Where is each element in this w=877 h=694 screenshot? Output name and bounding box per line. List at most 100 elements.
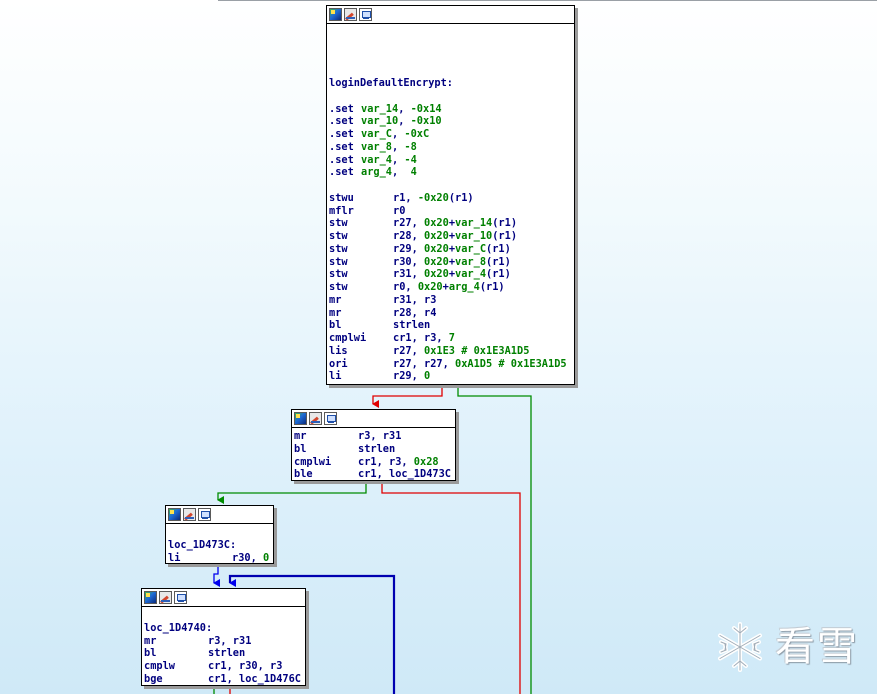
instruction-line[interactable]: stw r31, 0x20+var_4(r1)	[329, 268, 574, 281]
code-block-loc-1D4740[interactable]: loc_1D4740: mr r3, r31 bl strlen cmplw cr1, r3…	[141, 588, 306, 686]
instruction-line[interactable]: stw r0, 0x20+arg_4(r1)	[329, 281, 574, 294]
mnemonic: ble	[329, 383, 393, 384]
code-block-strlen-check[interactable]: mr r3, r31 bl strlen cmplwi cr1, r3, 0x28 ble c…	[291, 409, 456, 481]
instruction-line[interactable]: bge cr1, loc_1D476C	[144, 672, 305, 685]
mnemonic: stw	[329, 255, 348, 268]
mnemonic: .set	[329, 153, 354, 166]
mnemonic: lis	[329, 344, 348, 357]
code-label-line[interactable]: loc_1D4740:	[144, 622, 305, 635]
operands: r29, 0	[393, 370, 431, 383]
instruction-line[interactable]: li r29, 0	[329, 370, 574, 383]
mnemonic: bl	[329, 319, 342, 332]
mnemonic: .set	[329, 166, 354, 179]
mnemonic: stw	[329, 230, 348, 242]
operands: var_C, -0xC	[361, 128, 430, 140]
instruction-line[interactable]: mflr r0	[329, 205, 574, 218]
edit-block-icon[interactable]	[159, 591, 172, 604]
mnemonic: .set	[329, 115, 354, 128]
operands: var_4, -4	[361, 153, 417, 166]
operands: var_14, -0x14	[361, 102, 442, 115]
instruction-line[interactable]: ble cr1, loc_1D473C	[294, 468, 455, 481]
xref-list-icon[interactable]	[359, 8, 372, 21]
instruction-line[interactable]: cmplwi cr1, r3, 0x28	[294, 456, 455, 469]
mnemonic: ble	[294, 468, 313, 481]
instruction-line[interactable]: .set var_10, -0x10	[329, 115, 574, 128]
code-listing: loginDefaultEncrypt: .set var_14, -0x14 .se…	[327, 24, 574, 384]
operands: r30, 0x20+var_8(r1)	[393, 255, 511, 268]
instruction-line[interactable]: .set var_C, -0xC	[329, 128, 574, 141]
code-block-titlebar	[327, 6, 574, 24]
operands: var_8, -8	[361, 140, 417, 153]
code-label[interactable]: loc_1D473C:	[168, 539, 236, 552]
mnemonic: cmplwi	[329, 332, 367, 344]
xref-list-icon[interactable]	[174, 591, 187, 604]
mnemonic: cmplwi	[294, 455, 332, 468]
code-label-line[interactable]: loginDefaultEncrypt:	[329, 77, 574, 90]
instruction-line[interactable]: stw r27, 0x20+var_14(r1)	[329, 217, 574, 230]
code-block-loc-1D473C[interactable]: loc_1D473C: li r30, 0	[165, 505, 274, 564]
instruction-line[interactable]: bl strlen	[329, 319, 574, 332]
instruction-line[interactable]: lis r27, 0x1E3 # 0x1E3A1D5	[329, 345, 574, 358]
code-label[interactable]: loginDefaultEncrypt:	[329, 77, 453, 90]
instruction-line[interactable]: li r30, 0	[168, 551, 273, 564]
mnemonic: stw	[329, 268, 348, 281]
instruction-line[interactable]: stw r30, 0x20+var_8(r1)	[329, 256, 574, 269]
operands: var_10, -0x10	[361, 115, 442, 128]
instruction-line[interactable]: .set var_14, -0x14	[329, 103, 574, 116]
operands: cr1, r30, r3	[208, 660, 283, 672]
edit-block-icon[interactable]	[183, 508, 196, 521]
code-block-entry[interactable]: loginDefaultEncrypt: .set var_14, -0x14 .se…	[326, 5, 575, 385]
instruction-line[interactable]: stw r29, 0x20+var_C(r1)	[329, 243, 574, 256]
instruction-line[interactable]: ori r27, r27, 0xA1D5 # 0x1E3A1D5	[329, 358, 574, 371]
code-listing: loc_1D473C: li r30, 0	[166, 524, 273, 564]
instruction-line[interactable]: blecr1, loc_1D4728	[329, 383, 574, 384]
instruction-line[interactable]: mr r31, r3	[329, 294, 574, 307]
operands: r30, 0	[232, 551, 270, 564]
edge-block2-true	[217, 481, 367, 504]
operands: r31, 0x20+var_4(r1)	[393, 268, 511, 281]
instruction-line[interactable]: .set var_4, -4	[329, 154, 574, 167]
graph-color-icon[interactable]	[144, 591, 157, 604]
mnemonic: stw	[329, 281, 348, 293]
instruction-line[interactable]: mr r3, r31	[144, 635, 305, 648]
code-label-line[interactable]: loc_1D473C:	[168, 539, 273, 552]
graph-color-icon[interactable]	[168, 508, 181, 521]
instruction-line[interactable]: mr r28, r4	[329, 307, 574, 320]
kanxue-watermark: 看雪	[713, 619, 863, 675]
code-label[interactable]: loc_1D4740:	[144, 622, 212, 635]
edge-entry-false	[372, 385, 443, 408]
edit-block-icon[interactable]	[309, 412, 322, 425]
operands: r28, r4	[393, 306, 437, 319]
mnemonic: stw	[329, 242, 348, 255]
instruction-line[interactable]: .set arg_4, 4	[329, 166, 574, 179]
mnemonic: bl	[144, 647, 157, 660]
graph-color-icon[interactable]	[294, 412, 307, 425]
instruction-line[interactable]: stwu r1, -0x20(r1)	[329, 192, 574, 205]
instruction-line[interactable]: cmplw cr1, r30, r3	[144, 660, 305, 673]
mnemonic: stwu	[329, 191, 354, 204]
xref-list-icon[interactable]	[324, 412, 337, 425]
mnemonic: li	[168, 551, 181, 564]
edge-block2-false	[381, 481, 521, 694]
instruction-line[interactable]: bl strlen	[294, 443, 455, 456]
mnemonic: mr	[294, 430, 307, 442]
operands: strlen	[208, 647, 246, 660]
code-listing: mr r3, r31 bl strlen cmplwi cr1, r3, 0x28 ble c…	[292, 428, 455, 481]
edit-block-icon[interactable]	[344, 8, 357, 21]
instruction-line[interactable]: cmplwi cr1, r3, 7	[329, 332, 574, 345]
operands: cr1, loc_1D476C	[208, 672, 301, 685]
operands: r1, -0x20(r1)	[393, 191, 474, 204]
instruction-line[interactable]: bl strlen	[144, 647, 305, 660]
graph-color-icon[interactable]	[329, 8, 342, 21]
instruction-line[interactable]: mr r3, r31	[294, 430, 455, 443]
mnemonic: .set	[329, 102, 354, 115]
xref-list-icon[interactable]	[198, 508, 211, 521]
instruction-line[interactable]: .set var_8, -8	[329, 141, 574, 154]
instruction-line[interactable]: stw r28, 0x20+var_10(r1)	[329, 230, 574, 243]
